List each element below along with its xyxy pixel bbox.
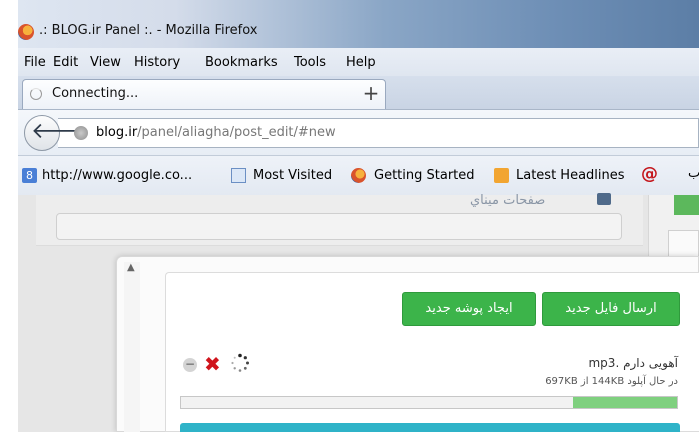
google-icon: 8	[22, 168, 37, 183]
upload-file-name: آهویی دارم .mp3	[588, 356, 678, 370]
minus-icon[interactable]: −	[183, 358, 197, 372]
window-title: .: BLOG.ir Panel :. - Mozilla Firefox	[39, 23, 258, 38]
bookmark-getting-started[interactable]: Getting Started	[374, 168, 475, 183]
new-tab-button[interactable]: +	[356, 80, 386, 108]
scroll-up-icon[interactable]: ▲	[127, 262, 135, 273]
url-path: /panel/aliagha/post_edit/#new	[137, 125, 336, 140]
menu-tools[interactable]: Tools	[294, 55, 326, 70]
firefox-icon	[351, 168, 366, 183]
next-file-bar	[180, 423, 680, 432]
menu-help[interactable]: Help	[346, 55, 376, 70]
bookmark-latest-headlines[interactable]: Latest Headlines	[516, 168, 625, 183]
rss-icon	[494, 168, 509, 183]
new-folder-button[interactable]: ایجاد پوشه جدید	[402, 292, 536, 326]
url-host: blog.ir	[96, 125, 138, 140]
bookmark-google[interactable]: http://www.google.co...	[42, 168, 192, 183]
url-text[interactable]: blog.ir/panel/aliagha/post_edit/#new	[96, 125, 336, 140]
upload-status-text: در حال آپلود 144KB از 697KB	[545, 376, 678, 387]
modal-scrollbar[interactable]	[124, 262, 140, 432]
menu-edit[interactable]: Edit	[53, 55, 78, 70]
sidebar-green-button[interactable]	[674, 195, 699, 215]
upload-progress-fill	[573, 397, 677, 408]
bookmark-at-icon[interactable]: @	[641, 164, 658, 184]
page-heading: صفحات ميناي	[470, 193, 546, 208]
menu-file[interactable]: File	[24, 55, 46, 70]
site-identity-icon[interactable]	[74, 126, 88, 140]
menu-bookmarks[interactable]: Bookmarks	[205, 55, 278, 70]
window-left-edge	[0, 0, 18, 432]
firefox-icon	[18, 24, 34, 40]
bookmark-cut-off[interactable]: ب	[688, 166, 699, 181]
menu-view[interactable]: View	[90, 55, 121, 70]
loading-dots-icon	[231, 353, 249, 372]
tab-label: Connecting...	[52, 86, 139, 101]
page-icon	[231, 168, 246, 183]
menu-history[interactable]: History	[134, 55, 180, 70]
loading-spinner-icon	[30, 88, 42, 100]
page-input[interactable]	[56, 213, 622, 240]
pages-icon	[597, 193, 611, 205]
cancel-upload-icon[interactable]: ✖	[204, 353, 221, 375]
bookmark-most-visited[interactable]: Most Visited	[253, 168, 332, 183]
upload-new-file-button[interactable]: ارسال فایل جدید	[542, 292, 680, 326]
menu-bar: File Edit View History Bookmarks Tools H…	[18, 48, 699, 76]
